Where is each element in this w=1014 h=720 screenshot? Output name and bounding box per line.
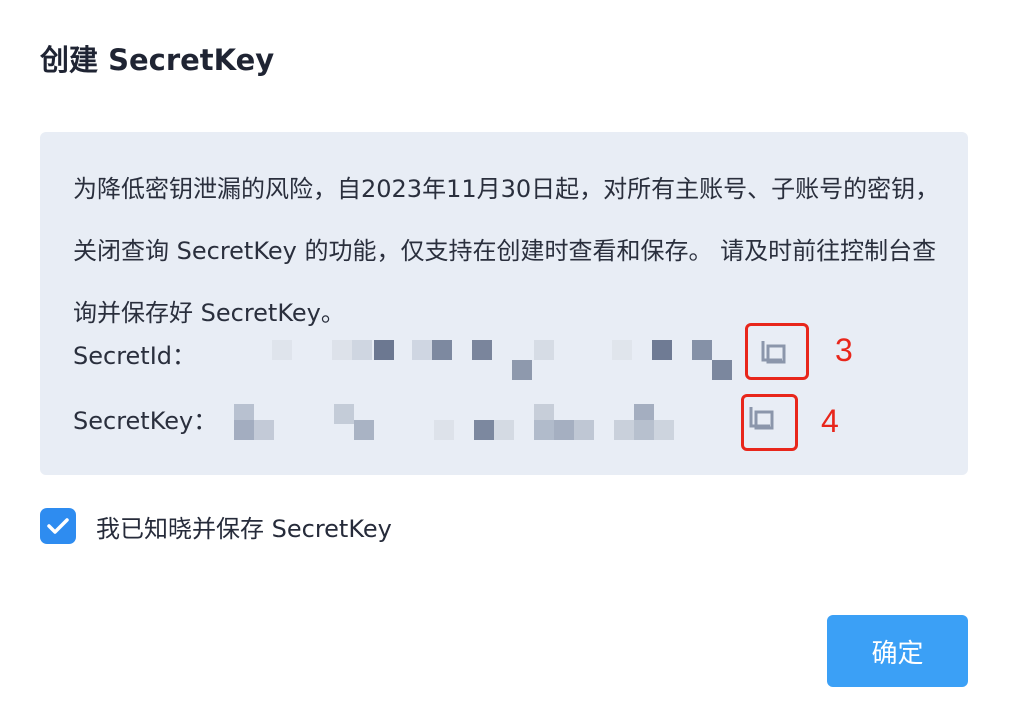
acknowledge-checkbox-row[interactable]: 我已知晓并保存 SecretKey <box>40 508 392 544</box>
acknowledge-checkbox[interactable] <box>40 508 76 544</box>
secret-id-value-masked <box>272 338 742 380</box>
secret-key-label: SecretKey： <box>73 407 218 435</box>
confirm-button[interactable]: 确定 <box>827 615 968 687</box>
annotation-box-4 <box>741 394 798 451</box>
annotation-box-3 <box>745 323 809 380</box>
checkmark-icon <box>47 518 69 534</box>
secret-key-value-masked <box>234 400 684 440</box>
annotation-number-3: 3 <box>835 332 853 368</box>
annotation-number-4: 4 <box>821 403 839 439</box>
acknowledge-label: 我已知晓并保存 SecretKey <box>96 514 392 543</box>
dialog-title: 创建 SecretKey <box>40 43 275 77</box>
notice-text: 为降低密钥泄漏的风险，自2023年11月30日起，对所有主账号、子账号的密钥，关… <box>73 175 940 327</box>
secret-id-label: SecretId： <box>73 342 197 370</box>
